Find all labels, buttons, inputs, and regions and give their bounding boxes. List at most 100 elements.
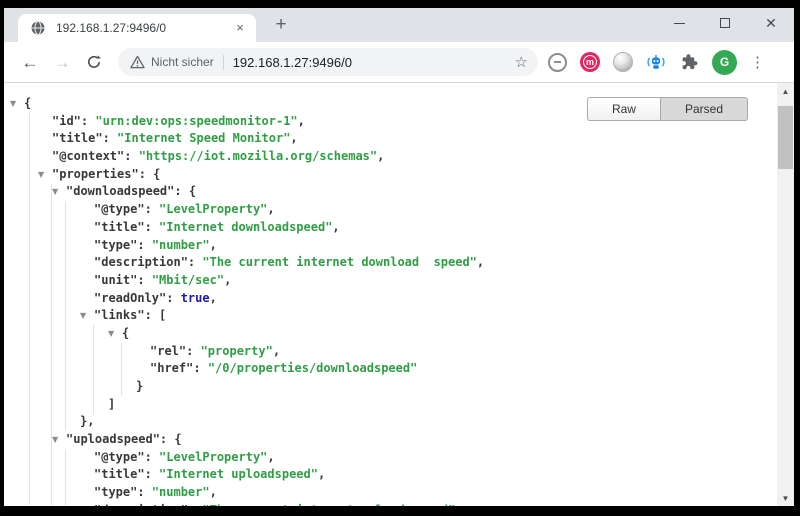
close-button[interactable]: ✕ [748,8,794,38]
browser-toolbar: ← → Nicht sicher 192.168.1.27:9496/0 ☆ m [4,42,794,82]
extensions-row: m G ⋮ [548,50,760,75]
json-key: "readOnly" [94,291,166,305]
collapse-arrow-icon[interactable]: ▼ [38,166,52,184]
json-punct: : [137,273,151,287]
collapse-arrow-icon[interactable]: ▼ [10,95,24,113]
collapse-arrow-icon[interactable]: ▼ [52,183,66,201]
new-tab-button[interactable]: + [268,13,294,39]
json-punct: : [103,131,117,145]
json-punct: , [224,273,231,287]
json-punct: { [122,326,129,340]
close-icon: ✕ [765,16,777,30]
kebab-menu-icon[interactable]: ⋮ [750,53,760,71]
bookmark-star-icon[interactable]: ☆ [515,53,528,71]
collapse-arrow-icon[interactable]: ▼ [108,325,122,343]
json-line: ▼"links": [ [4,307,777,325]
json-punct: , [267,202,274,216]
json-key: "@type" [94,450,145,464]
json-key: "title" [94,220,145,234]
circle-extension-icon[interactable] [548,53,567,72]
json-punct: , [290,131,297,145]
json-punct: : [145,220,159,234]
json-line: "description": "The current internet upl… [4,502,777,506]
json-line: ▼"uploadspeed": { [4,431,777,449]
json-key: "href" [150,361,193,375]
json-key: "@type" [94,202,145,216]
json-key: "id" [52,114,81,128]
json-key: "unit" [94,273,137,287]
json-punct: : { [160,432,182,446]
scrollbar-thumb[interactable] [778,106,793,169]
json-key: "description" [94,255,188,269]
json-punct: , [477,255,484,269]
forward-button[interactable]: → [49,49,75,75]
json-line: ▼"properties": { [4,166,777,184]
security-label[interactable]: Nicht sicher [151,55,214,69]
scroll-up-icon[interactable]: ▲ [777,83,794,99]
browser-window: 192.168.1.27:9496/0 × + ✕ ← → Nicht sich… [4,8,794,506]
json-punct: , [267,450,274,464]
scroll-down-icon[interactable]: ▼ [777,490,794,506]
json-punct: : [145,202,159,216]
json-key: "title" [52,131,103,145]
json-line: "@context": "https://iot.mozilla.org/sch… [4,148,777,166]
avatar-letter: G [720,55,729,69]
json-key: "rel" [150,344,186,358]
json-punct: : [145,467,159,481]
json-line: "@type": "LevelProperty", [4,201,777,219]
json-key: "uploadspeed" [66,432,160,446]
collapse-arrow-icon[interactable]: ▼ [80,307,94,325]
json-punct: , [210,485,217,499]
json-line: ▼{ [4,325,777,343]
json-str: "Internet downloadspeed" [159,220,332,234]
url-text[interactable]: 192.168.1.27:9496/0 [233,55,509,70]
json-punct: : { [139,167,161,181]
raw-button[interactable]: Raw [587,97,660,121]
viewer-toggle: Raw Parsed [587,97,748,121]
tab-title: 192.168.1.27:9496/0 [56,21,232,35]
tab-close-icon[interactable]: × [232,20,248,36]
json-str: "The current internet download speed" [202,255,477,269]
json-punct: { [24,96,31,110]
warning-triangle-icon [130,55,145,69]
json-punct: } [136,379,143,393]
json-str: "LevelProperty" [159,202,267,216]
json-punct: , [210,238,217,252]
collapse-arrow-icon[interactable]: ▼ [52,431,66,449]
json-punct: , [377,149,384,163]
maximize-icon [720,18,730,28]
json-punct: : [188,255,202,269]
omnibox-divider [223,55,224,70]
back-button[interactable]: ← [17,49,43,75]
json-line: "title": "Internet uploadspeed", [4,466,777,484]
red-m-extension-icon[interactable]: m [580,52,600,72]
parsed-button[interactable]: Parsed [660,97,748,121]
minimize-button[interactable] [656,8,702,38]
json-str: "property" [201,344,273,358]
forward-arrow-icon: → [54,54,71,71]
json-line: "description": "The current internet dow… [4,254,777,272]
json-punct: , [332,220,339,234]
json-str: "The current internet upload speed" [202,503,455,506]
json-line: "title": "Internet Speed Monitor", [4,130,777,148]
orb-extension-icon[interactable] [613,52,633,72]
json-line: "@type": "LevelProperty", [4,449,777,467]
extensions-puzzle-button[interactable] [679,52,699,72]
address-bar[interactable]: Nicht sicher 192.168.1.27:9496/0 ☆ [118,48,538,76]
json-key: "@context" [52,149,124,163]
json-punct: : [124,149,138,163]
reload-icon [86,54,102,70]
maximize-button[interactable] [702,8,748,38]
browser-tab[interactable]: 192.168.1.27:9496/0 × [18,14,256,42]
json-key: "properties" [52,167,139,181]
json-key: "type" [94,485,137,499]
vertical-scrollbar[interactable]: ▲ ▼ [777,83,794,506]
json-str: "/0/properties/downloadspeed" [208,361,418,375]
reload-button[interactable] [81,49,107,75]
robot-extension-icon[interactable] [646,52,666,72]
json-punct: }, [80,414,94,428]
json-punct: , [298,114,305,128]
json-line: "type": "number", [4,484,777,502]
json-punct: , [210,291,217,305]
profile-avatar[interactable]: G [712,50,737,75]
